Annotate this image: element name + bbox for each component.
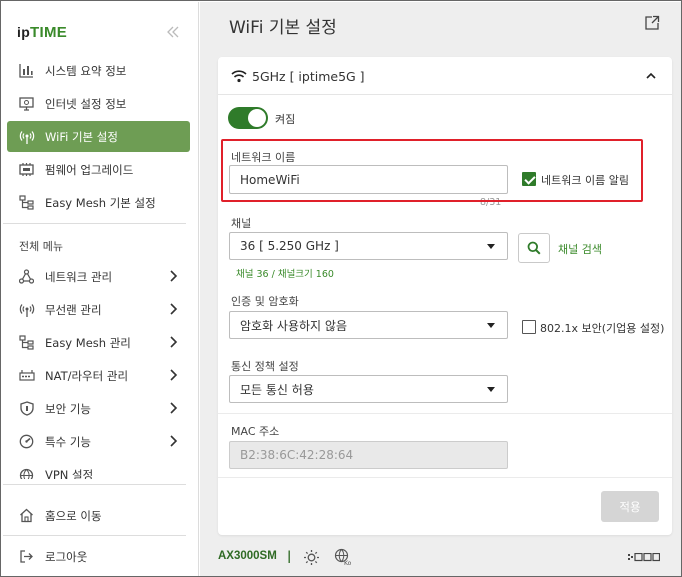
band-title: 5GHz [ iptime5G ] (252, 69, 365, 84)
svg-text:Ko: Ko (344, 560, 352, 566)
collapse-sidebar-icon[interactable] (166, 25, 180, 39)
export-icon[interactable] (644, 15, 660, 31)
sidebar-item-label: 네트워크 관리 (45, 269, 113, 284)
wifi-settings-card: 5GHz [ iptime5G ] 켜짐 네트워크 이름 HomeWiFi 8/… (218, 57, 672, 535)
sidebar-item-security[interactable]: 보안 기능 (7, 393, 190, 424)
channel-hint: 채널 36 / 채널크기 160 (236, 269, 334, 280)
main-panel: WiFi 기본 설정 5GHz [ iptime5G ] 켜짐 네트워크 이름 … (200, 2, 681, 576)
policy-label: 통신 정책 설정 (231, 360, 299, 373)
sidebar-item-easymesh-basic[interactable]: Easy Mesh 기본 설정 (7, 187, 190, 218)
sidebar-item-vpn[interactable]: VPN 설정 (7, 459, 190, 479)
chevron-right-icon (170, 336, 178, 348)
vpn-icon (18, 467, 35, 479)
sidebar-item-label: WiFi 기본 설정 (45, 129, 118, 144)
sidebar-divider (3, 484, 186, 485)
shield-icon (18, 400, 35, 417)
policy-selected-value: 모든 통신 허용 (240, 382, 314, 397)
chevron-right-icon (170, 435, 178, 447)
toggle-knob (248, 109, 266, 127)
mac-input: B2:38:6C:42:28:64 (229, 441, 508, 469)
sidebar-item-firmware-upgrade[interactable]: 펌웨어 업그레이드 (7, 154, 190, 185)
language-icon[interactable]: Ko (334, 548, 352, 566)
mac-label: MAC 주소 (231, 425, 280, 438)
wifi-enable-toggle[interactable] (228, 107, 268, 129)
highlight-annotation (221, 139, 643, 202)
channel-select[interactable]: 36 [ 5.250 GHz ] (229, 232, 508, 260)
sidebar-item-label: 펌웨어 업그레이드 (45, 162, 134, 177)
mesh-icon (18, 194, 35, 211)
channel-label: 채널 (231, 217, 252, 230)
channel-search-label[interactable]: 채널 검색 (558, 241, 602, 257)
sidebar-divider (3, 535, 186, 536)
sidebar-item-label: 무선랜 관리 (45, 302, 102, 317)
enterprise-security-checkbox[interactable] (522, 320, 536, 334)
policy-select[interactable]: 모든 통신 허용 (229, 375, 508, 403)
sidebar-item-logout[interactable]: 로그아웃 (7, 541, 190, 572)
chevron-right-icon (170, 402, 178, 414)
sidebar-item-wireless-management[interactable]: 무선랜 관리 (7, 294, 190, 325)
mesh-icon (18, 334, 35, 351)
layout-switch-icon[interactable] (628, 553, 660, 562)
footer: AX3000SM | Ko (218, 548, 672, 568)
chevron-up-icon[interactable] (645, 71, 657, 81)
section-divider (218, 413, 672, 414)
footer-separator: | (287, 549, 292, 563)
monitor-icon (18, 95, 35, 112)
search-icon (527, 241, 541, 255)
page-title: WiFi 기본 설정 (229, 18, 337, 38)
dropdown-arrow-icon (487, 323, 495, 328)
logo: ipTIME (17, 24, 68, 41)
sidebar-item-easymesh-management[interactable]: Easy Mesh 관리 (7, 327, 190, 358)
network-icon (18, 268, 35, 285)
wifi-icon (231, 70, 247, 83)
chip-icon (18, 161, 35, 178)
sidebar-item-label: 특수 기능 (45, 434, 91, 449)
sidebar-item-label: VPN 설정 (45, 468, 94, 479)
sidebar-item-wifi-basic[interactable]: WiFi 기본 설정 (7, 121, 190, 152)
enterprise-security-label: 802.1x 보안(기업용 설정) (540, 322, 665, 335)
auth-label: 인증 및 암호화 (231, 295, 299, 308)
sidebar-section-title: 전체 메뉴 (19, 240, 63, 253)
sidebar-item-label: Easy Mesh 관리 (45, 335, 131, 350)
card-header[interactable]: 5GHz [ iptime5G ] (218, 57, 672, 95)
toggle-label: 켜짐 (275, 113, 296, 126)
apply-button[interactable]: 적용 (601, 491, 659, 522)
sidebar-item-label: Easy Mesh 기본 설정 (45, 195, 156, 210)
channel-selected-value: 36 [ 5.250 GHz ] (240, 239, 339, 253)
chevron-right-icon (170, 369, 178, 381)
chevron-right-icon (170, 303, 178, 315)
sidebar-item-special-functions[interactable]: 특수 기능 (7, 426, 190, 457)
dropdown-arrow-icon (487, 244, 495, 249)
wireless-icon (18, 128, 35, 145)
gauge-icon (18, 433, 35, 450)
wireless-icon (18, 301, 35, 318)
sidebar-item-label: 로그아웃 (45, 549, 88, 564)
sidebar-item-label: 보안 기능 (45, 401, 91, 416)
auth-select[interactable]: 암호화 사용하지 않음 (229, 311, 508, 339)
sidebar-item-internet-settings[interactable]: 인터넷 설정 정보 (7, 88, 190, 119)
sidebar: ipTIME 시스템 요약 정보 인터넷 설정 정보 WiFi 기본 설정 펌웨… (2, 2, 199, 576)
sidebar-item-network-management[interactable]: 네트워크 관리 (7, 261, 190, 292)
chevron-right-icon (170, 270, 178, 282)
theme-toggle-icon[interactable] (303, 549, 320, 566)
section-divider (218, 477, 672, 478)
sidebar-divider (3, 223, 186, 224)
bar-chart-icon (18, 62, 35, 79)
sidebar-item-label: 시스템 요약 정보 (45, 63, 127, 78)
dropdown-arrow-icon (487, 387, 495, 392)
logout-icon (18, 548, 35, 565)
sidebar-item-nat-router[interactable]: NAT/라우터 관리 (7, 360, 190, 391)
sidebar-item-system-summary[interactable]: 시스템 요약 정보 (7, 55, 190, 86)
channel-search-button[interactable] (518, 233, 550, 263)
sidebar-item-label: NAT/라우터 관리 (45, 368, 129, 383)
home-icon (18, 507, 35, 524)
model-name: AX3000SM (218, 550, 277, 562)
app-window: ipTIME 시스템 요약 정보 인터넷 설정 정보 WiFi 기본 설정 펌웨… (0, 0, 682, 577)
auth-selected-value: 암호화 사용하지 않음 (240, 318, 347, 333)
sidebar-item-label: 홈으로 이동 (45, 508, 102, 523)
sidebar-item-home[interactable]: 홈으로 이동 (7, 500, 190, 531)
sidebar-item-label: 인터넷 설정 정보 (45, 96, 127, 111)
router-icon (18, 367, 35, 384)
